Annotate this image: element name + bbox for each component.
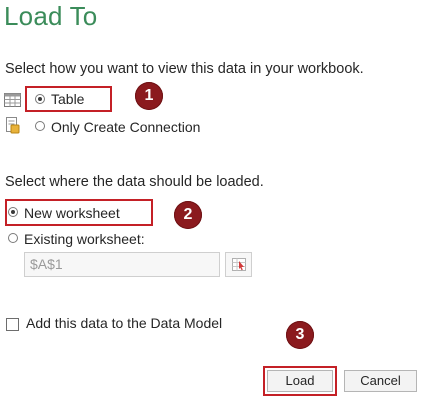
step-badge-1: 1 xyxy=(135,82,163,110)
existing-worksheet-radio[interactable] xyxy=(8,233,18,243)
new-worksheet-radio[interactable] xyxy=(8,207,18,217)
load-button[interactable]: Load xyxy=(267,370,333,392)
range-picker-button[interactable] xyxy=(225,252,252,277)
table-icon xyxy=(4,93,21,107)
cell-reference-input[interactable]: $A$1 xyxy=(24,252,220,277)
table-radio[interactable] xyxy=(35,94,45,104)
location-prompt: Select where the data should be loaded. xyxy=(5,174,264,190)
dialog-title: Load To xyxy=(4,1,98,31)
only-connection-radio[interactable] xyxy=(35,121,45,131)
existing-worksheet-option-label[interactable]: Existing worksheet: xyxy=(24,231,145,247)
connection-icon xyxy=(6,117,20,134)
view-prompt: Select how you want to view this data in… xyxy=(5,61,364,77)
step-badge-2: 2 xyxy=(174,201,202,229)
data-model-label[interactable]: Add this data to the Data Model xyxy=(26,315,222,331)
cancel-button[interactable]: Cancel xyxy=(344,370,417,392)
table-option-label[interactable]: Table xyxy=(51,91,84,107)
step-badge-3: 3 xyxy=(286,321,314,349)
range-picker-icon xyxy=(232,258,246,271)
new-worksheet-option-label[interactable]: New worksheet xyxy=(24,205,120,221)
data-model-checkbox[interactable] xyxy=(6,318,19,331)
only-connection-option-label[interactable]: Only Create Connection xyxy=(51,119,200,135)
